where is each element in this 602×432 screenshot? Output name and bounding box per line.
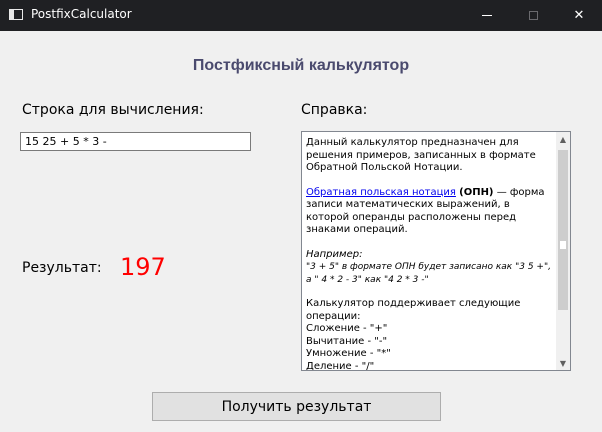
example-heading: Например: bbox=[306, 248, 363, 260]
get-result-button[interactable]: Получить результат bbox=[152, 392, 441, 421]
rpn-link[interactable]: Обратная польская нотация bbox=[306, 187, 456, 198]
help-example: Например: "3 + 5" в формате ОПН будет за… bbox=[306, 249, 552, 287]
result-value: 197 bbox=[120, 253, 166, 281]
scroll-down-icon[interactable]: ▼ bbox=[556, 356, 570, 370]
operation-item: Деление - "/" bbox=[306, 360, 375, 371]
operation-item: Вычитание - "-" bbox=[306, 335, 388, 347]
expression-input[interactable] bbox=[20, 132, 251, 151]
maximize-button[interactable] bbox=[510, 0, 556, 31]
window-title: PostfixCalculator bbox=[31, 7, 132, 21]
close-button[interactable]: ✕ bbox=[556, 0, 602, 31]
minimize-button[interactable] bbox=[464, 0, 510, 31]
maximize-icon bbox=[528, 11, 538, 20]
result-label: Результат: bbox=[22, 260, 102, 276]
scroll-up-icon[interactable]: ▲ bbox=[556, 132, 570, 146]
operations-intro: Калькулятор поддерживает следующие опера… bbox=[306, 298, 521, 322]
minimize-icon bbox=[482, 15, 492, 16]
help-intro: Данный калькулятор предназначен для реше… bbox=[306, 137, 536, 173]
title-bar: PostfixCalculator ✕ bbox=[0, 0, 602, 31]
rpn-abbreviation: (ОПН) bbox=[459, 186, 494, 198]
scroll-thumb[interactable] bbox=[558, 150, 568, 310]
help-definition: Обратная польская нотация (ОПН) — форма … bbox=[306, 187, 552, 237]
close-icon: ✕ bbox=[573, 8, 585, 23]
scroll-thumb-grip bbox=[560, 241, 566, 249]
operation-item: Умножение - "*" bbox=[306, 348, 391, 359]
help-operations: Калькулятор поддерживает следующие опера… bbox=[306, 298, 552, 371]
page-title: Постфиксный калькулятор bbox=[192, 57, 410, 74]
expression-label: Строка для вычисления: bbox=[22, 102, 204, 118]
example-text: "3 + 5" в формате ОПН будет записано как… bbox=[306, 262, 551, 285]
help-content: Данный калькулятор предназначен для реше… bbox=[306, 137, 552, 371]
help-text-box[interactable]: Данный калькулятор предназначен для реше… bbox=[301, 131, 571, 371]
help-label: Справка: bbox=[301, 102, 368, 118]
app-window-icon bbox=[9, 9, 23, 20]
operation-item: Сложение - "+" bbox=[306, 323, 388, 334]
help-scrollbar[interactable]: ▲ ▼ bbox=[556, 132, 570, 370]
